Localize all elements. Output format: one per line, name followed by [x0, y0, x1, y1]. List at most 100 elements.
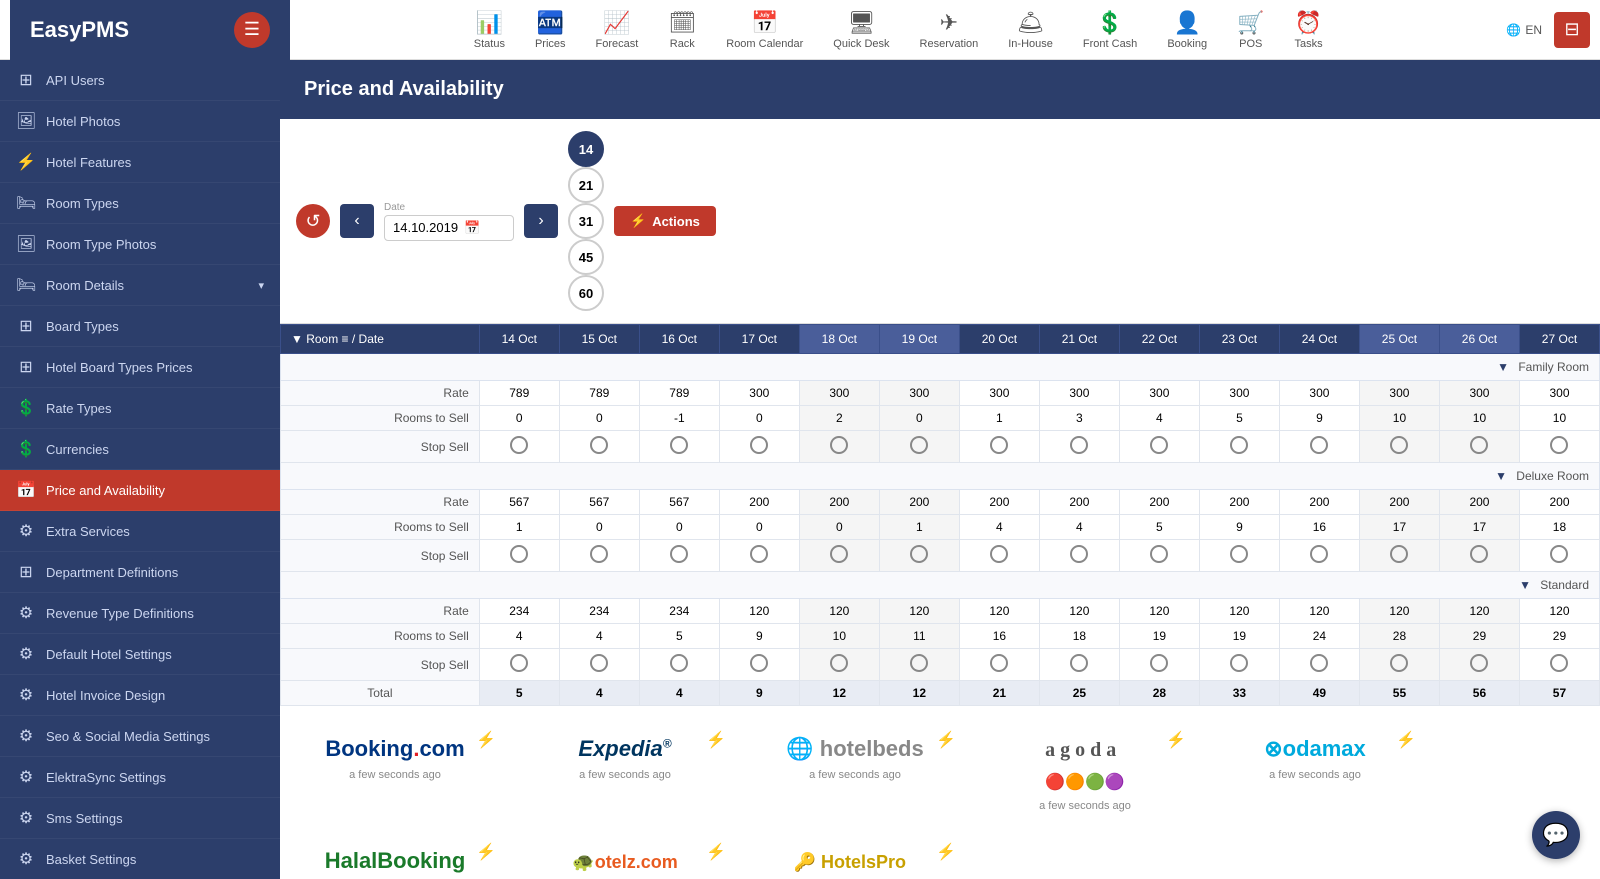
cell-stop-sell-10[interactable]: [1279, 540, 1359, 572]
stop-sell-toggle[interactable]: [1550, 436, 1568, 454]
stop-sell-toggle[interactable]: [590, 654, 608, 672]
day-button-21[interactable]: 21: [568, 167, 604, 203]
stop-sell-toggle[interactable]: [670, 654, 688, 672]
cell-stop-sell-7[interactable]: [1039, 649, 1119, 681]
stop-sell-toggle[interactable]: [670, 436, 688, 454]
actions-button[interactable]: ⚡ Actions: [614, 206, 716, 236]
cell-stop-sell-1[interactable]: [559, 540, 639, 572]
sidebar-item-elektrasync-settings[interactable]: ⚙ElektraSync Settings: [0, 757, 280, 798]
cell-stop-sell-13[interactable]: [1519, 540, 1599, 572]
date-input[interactable]: 14.10.2019 📅: [384, 215, 514, 241]
nav-item-in-house[interactable]: 🛎In-House: [1008, 10, 1053, 50]
refresh-button[interactable]: ↺: [296, 204, 330, 238]
cell-stop-sell-2[interactable]: [639, 431, 719, 463]
stop-sell-toggle[interactable]: [910, 654, 928, 672]
cell-stop-sell-7[interactable]: [1039, 540, 1119, 572]
collapse-icon[interactable]: ▼: [1495, 469, 1507, 483]
stop-sell-toggle[interactable]: [830, 545, 848, 563]
cell-stop-sell-8[interactable]: [1119, 649, 1199, 681]
cell-stop-sell-8[interactable]: [1119, 431, 1199, 463]
day-button-14[interactable]: 14: [568, 131, 604, 167]
channel-hotelspro[interactable]: 🔑 HotelsProGlobal Travel Wholesaler a fe…: [740, 828, 970, 879]
collapse-icon[interactable]: ▼: [1519, 578, 1531, 592]
cell-stop-sell-9[interactable]: [1199, 431, 1279, 463]
sidebar-item-room-types[interactable]: 🛏Room Types: [0, 183, 280, 224]
stop-sell-toggle[interactable]: [1310, 654, 1328, 672]
cell-stop-sell-10[interactable]: [1279, 431, 1359, 463]
stop-sell-toggle[interactable]: [1070, 654, 1088, 672]
channel-hotelbeds[interactable]: 🌐 hotelbeds a few seconds ago ⚡: [740, 716, 970, 828]
nav-item-prices[interactable]: 🏧Prices: [535, 10, 566, 50]
stop-sell-toggle[interactable]: [830, 654, 848, 672]
nav-item-status[interactable]: 📊Status: [474, 10, 505, 50]
cell-stop-sell-10[interactable]: [1279, 649, 1359, 681]
cell-stop-sell-4[interactable]: [799, 431, 879, 463]
sidebar-item-price-and-availability[interactable]: 📅Price and Availability: [0, 470, 280, 511]
cell-stop-sell-0[interactable]: [479, 540, 559, 572]
stop-sell-toggle[interactable]: [1310, 545, 1328, 563]
sidebar-item-hotel-photos[interactable]: 🖼Hotel Photos: [0, 101, 280, 142]
cell-stop-sell-5[interactable]: [879, 649, 959, 681]
cell-stop-sell-1[interactable]: [559, 649, 639, 681]
cell-stop-sell-5[interactable]: [879, 431, 959, 463]
stop-sell-toggle[interactable]: [1230, 654, 1248, 672]
sidebar-item-api-users[interactable]: ⊞API Users: [0, 60, 280, 101]
stop-sell-toggle[interactable]: [1070, 436, 1088, 454]
cell-stop-sell-12[interactable]: [1439, 649, 1519, 681]
chat-bubble[interactable]: 💬: [1532, 811, 1580, 859]
stop-sell-toggle[interactable]: [1230, 436, 1248, 454]
cell-stop-sell-6[interactable]: [959, 540, 1039, 572]
cell-stop-sell-0[interactable]: [479, 431, 559, 463]
stop-sell-toggle[interactable]: [1150, 436, 1168, 454]
cell-stop-sell-4[interactable]: [799, 649, 879, 681]
stop-sell-toggle[interactable]: [1150, 545, 1168, 563]
sidebar-item-department-definitions[interactable]: ⊞Department Definitions: [0, 552, 280, 593]
cell-stop-sell-11[interactable]: [1359, 431, 1439, 463]
nav-item-booking[interactable]: 👤Booking: [1167, 10, 1207, 50]
channel-otelz-com[interactable]: 🐢otelz.com a few seconds ago ⚡: [510, 828, 740, 879]
cell-stop-sell-9[interactable]: [1199, 540, 1279, 572]
cell-stop-sell-11[interactable]: [1359, 540, 1439, 572]
sidebar-item-basket-settings[interactable]: ⚙Basket Settings: [0, 839, 280, 879]
user-button[interactable]: ⊟: [1554, 12, 1590, 48]
sidebar-item-extra-services[interactable]: ⚙Extra Services: [0, 511, 280, 552]
stop-sell-toggle[interactable]: [1150, 654, 1168, 672]
cell-stop-sell-13[interactable]: [1519, 431, 1599, 463]
sidebar-item-currencies[interactable]: 💲Currencies: [0, 429, 280, 470]
nav-item-room-calendar[interactable]: 📅Room Calendar: [726, 10, 803, 50]
stop-sell-toggle[interactable]: [1310, 436, 1328, 454]
sidebar-item-hotel-invoice-design[interactable]: ⚙Hotel Invoice Design: [0, 675, 280, 716]
cell-stop-sell-3[interactable]: [719, 540, 799, 572]
sidebar-item-hotel-features[interactable]: ⚡Hotel Features: [0, 142, 280, 183]
stop-sell-toggle[interactable]: [670, 545, 688, 563]
prev-date-button[interactable]: ‹: [340, 204, 374, 238]
nav-item-reservation[interactable]: ✈Reservation: [920, 10, 979, 50]
stop-sell-toggle[interactable]: [510, 654, 528, 672]
day-button-31[interactable]: 31: [568, 203, 604, 239]
next-date-button[interactable]: ›: [524, 204, 558, 238]
stop-sell-toggle[interactable]: [910, 436, 928, 454]
cell-stop-sell-2[interactable]: [639, 649, 719, 681]
nav-item-forecast[interactable]: 📈Forecast: [596, 10, 639, 50]
nav-item-rack[interactable]: 🗓Rack: [668, 10, 696, 50]
channel-expedia[interactable]: Expedia® a few seconds ago ⚡: [510, 716, 740, 828]
stop-sell-toggle[interactable]: [1230, 545, 1248, 563]
sidebar-item-room-type-photos[interactable]: 🖼Room Type Photos: [0, 224, 280, 265]
stop-sell-toggle[interactable]: [830, 436, 848, 454]
nav-item-front-cash[interactable]: 💲Front Cash: [1083, 10, 1137, 50]
day-button-60[interactable]: 60: [568, 275, 604, 311]
stop-sell-toggle[interactable]: [1550, 654, 1568, 672]
nav-item-quick-desk[interactable]: 🖥Quick Desk: [833, 10, 889, 50]
stop-sell-toggle[interactable]: [750, 436, 768, 454]
cell-stop-sell-6[interactable]: [959, 431, 1039, 463]
collapse-icon[interactable]: ▼: [1497, 360, 1509, 374]
channel-odamax[interactable]: ⊗odamax a few seconds ago ⚡: [1200, 716, 1430, 828]
sidebar-item-rate-types[interactable]: 💲Rate Types: [0, 388, 280, 429]
nav-item-tasks[interactable]: ⏰Tasks: [1294, 10, 1322, 50]
cell-stop-sell-12[interactable]: [1439, 540, 1519, 572]
cell-stop-sell-0[interactable]: [479, 649, 559, 681]
stop-sell-toggle[interactable]: [1470, 436, 1488, 454]
stop-sell-toggle[interactable]: [510, 436, 528, 454]
cell-stop-sell-9[interactable]: [1199, 649, 1279, 681]
channel-booking-com[interactable]: Booking.com a few seconds ago ⚡: [280, 716, 510, 828]
